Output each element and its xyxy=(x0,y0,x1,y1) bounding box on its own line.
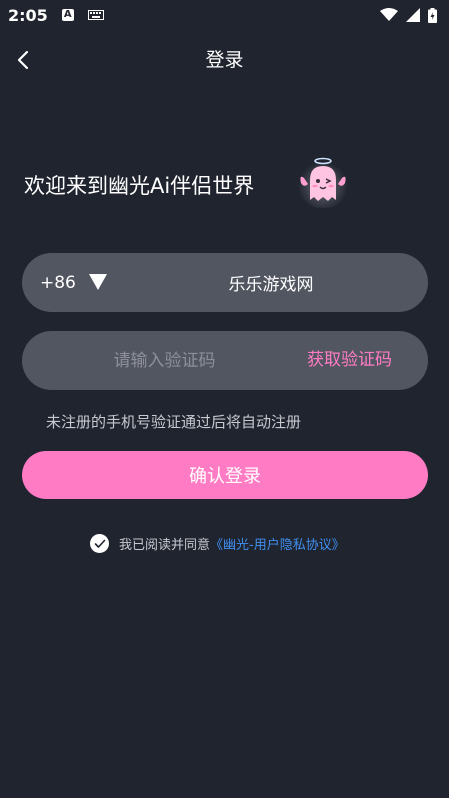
check-icon xyxy=(94,539,105,548)
verify-code-field: 获取验证码 xyxy=(22,331,428,390)
register-hint: 未注册的手机号验证通过后将自动注册 xyxy=(46,413,302,431)
battery-icon xyxy=(428,7,437,23)
phone-input[interactable] xyxy=(132,253,410,312)
privacy-policy-link[interactable]: 《幽光-用户隐私协议》 xyxy=(210,534,345,553)
keyboard-icon xyxy=(87,10,104,20)
accessibility-icon: A xyxy=(61,9,74,21)
page-title: 登录 xyxy=(205,49,244,71)
agreement-text: 我已阅读并同意 xyxy=(119,538,211,553)
signal-icon xyxy=(406,8,420,22)
dropdown-arrow-icon[interactable] xyxy=(88,273,108,291)
agreement-checkbox[interactable] xyxy=(90,534,109,553)
ghost-mascot-icon xyxy=(298,157,348,208)
get-code-button[interactable]: 获取验证码 xyxy=(307,348,392,372)
agreement-row: 我已阅读并同意 《幽光-用户隐私协议》 xyxy=(90,534,345,553)
nav-bar: 登录 xyxy=(0,40,449,80)
phone-field: +86 xyxy=(22,253,428,312)
country-code[interactable]: +86 xyxy=(40,273,76,293)
status-right xyxy=(380,7,437,23)
wifi-icon xyxy=(380,8,398,21)
welcome-heading: 欢迎来到幽光Ai伴侣世界 xyxy=(24,174,255,198)
verify-code-input[interactable] xyxy=(42,331,287,390)
confirm-login-button[interactable]: 确认登录 xyxy=(22,451,428,499)
status-time: 2:05 xyxy=(8,5,48,25)
status-bar: 2:05 A xyxy=(0,0,449,30)
